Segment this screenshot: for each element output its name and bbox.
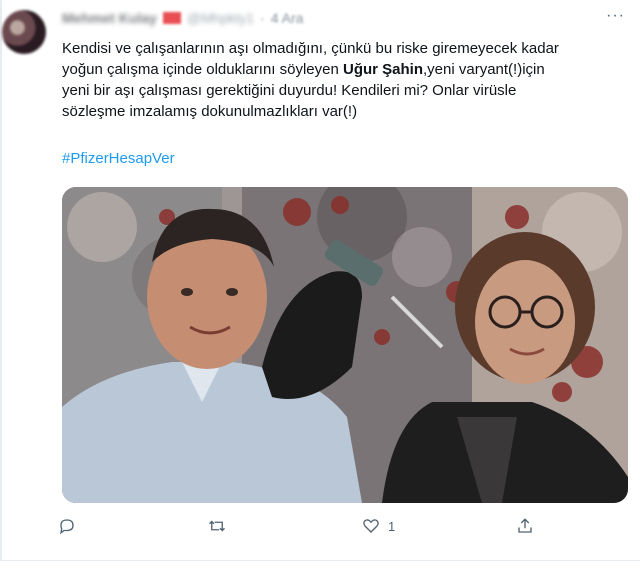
tweet-text-line: yoğun çalışma içinde olduklarını söyleye… <box>62 59 632 80</box>
share-button[interactable] <box>516 512 542 540</box>
tweet-text-line: Kendisi ve çalışanlarının aşı olmadığını… <box>62 38 632 59</box>
retweet-button[interactable] <box>208 512 234 540</box>
mentioned-name: Uğur Şahin <box>343 61 424 78</box>
retweet-icon <box>209 520 225 532</box>
hashtag-link[interactable]: #PfizerHesapVer <box>62 150 175 167</box>
turkey-flag-icon <box>162 12 181 24</box>
tweet-text-line: sözleşme imzalamış dokunulmazlıkları var… <box>62 101 632 122</box>
tweet-text-segment: Kendisi ve çalışanlarının aşı olmadığını… <box>62 40 559 57</box>
like-count: 1 <box>388 518 396 534</box>
tweet-card[interactable]: Mehmet Kulay @Mhpkty1 · 4 Ara ··· Kendis… <box>0 0 640 568</box>
tweet-header: Mehmet Kulay @Mhpkty1 · 4 Ara <box>62 8 303 28</box>
tweet-text-line: yeni bir aşı çalışması gerektiğini duyur… <box>62 80 632 101</box>
like-button[interactable]: 1 <box>362 512 395 540</box>
share-icon <box>518 518 532 533</box>
author-name[interactable]: Mehmet Kulay <box>62 10 157 26</box>
media-photo <box>62 187 628 503</box>
tweet-time[interactable]: 4 Ara <box>271 10 304 26</box>
tweet-text-segment: sözleşme imzalamış dokunulmazlıkları var… <box>62 103 358 120</box>
divider <box>0 560 640 561</box>
tweet-text-segment: ,yeni varyant(!)için <box>423 61 545 78</box>
header-separator: · <box>260 10 265 26</box>
tweet-media-image[interactable] <box>62 187 628 503</box>
tweet-text: Kendisi ve çalışanlarının aşı olmadığını… <box>62 38 632 122</box>
reply-button[interactable] <box>58 512 84 540</box>
divider <box>0 0 2 560</box>
reply-icon <box>59 519 74 535</box>
heart-icon <box>363 519 379 533</box>
tweet-text-segment: yeni bir aşı çalışması gerektiğini duyur… <box>62 82 517 99</box>
author-handle[interactable]: @Mhpkty1 <box>187 10 254 26</box>
tweet-text-segment: yoğun çalışma içinde olduklarını söyleye… <box>62 61 343 78</box>
avatar[interactable] <box>2 10 46 54</box>
more-options-button[interactable]: ··· <box>606 8 630 28</box>
tweet-actions: 1 <box>58 512 578 540</box>
